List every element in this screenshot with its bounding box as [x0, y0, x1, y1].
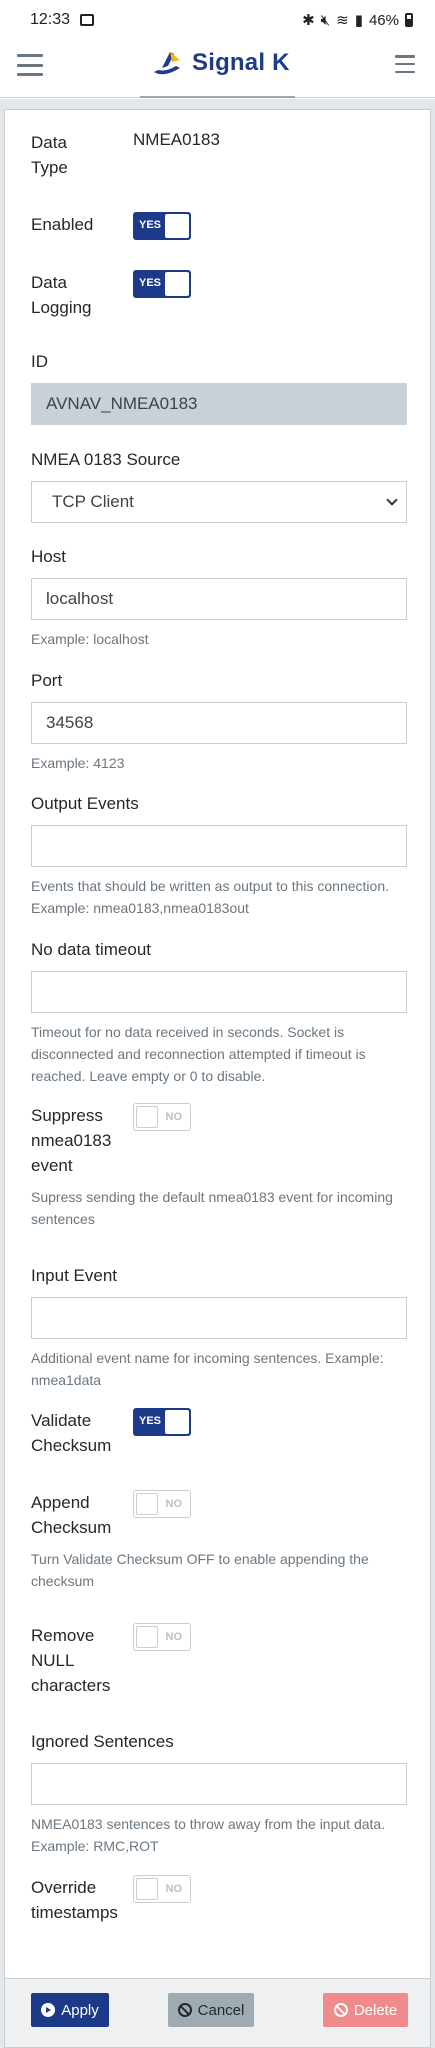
input-event-help: Additional event name for incoming sente…	[31, 1350, 384, 1388]
sidebar-toggle-icon[interactable]	[395, 55, 415, 73]
ignored-sentences-input[interactable]	[31, 1763, 407, 1805]
no-data-timeout-input[interactable]	[31, 971, 407, 1013]
append-checksum-label: Append Checksum	[31, 1493, 112, 1537]
host-help: Example: localhost	[31, 631, 149, 647]
output-events-input[interactable]	[31, 825, 407, 867]
ignored-sentences-label: Ignored Sentences	[31, 1732, 174, 1751]
source-select[interactable]: TCP Client	[31, 481, 407, 523]
gallery-icon	[80, 14, 95, 26]
input-event-input[interactable]	[31, 1297, 407, 1339]
chevron-down-icon	[386, 494, 398, 506]
ban-icon	[333, 2003, 348, 2017]
id-field: AVNAV_NMEA0183	[31, 383, 407, 425]
battery-icon	[405, 13, 413, 27]
output-events-help: Events that should be written as output …	[31, 878, 389, 916]
ban-icon	[177, 2003, 192, 2017]
id-label: ID	[31, 352, 48, 371]
validate-checksum-toggle[interactable]: YES	[133, 1408, 191, 1436]
append-checksum-help: Turn Validate Checksum OFF to enable app…	[31, 1551, 369, 1589]
menu-icon[interactable]	[17, 54, 43, 76]
output-events-label: Output Events	[31, 794, 139, 813]
signal-icon: ▮	[354, 12, 363, 29]
source-label: NMEA 0183 Source	[31, 450, 181, 469]
delete-button[interactable]: Delete	[323, 1993, 408, 2027]
port-label: Port	[31, 671, 63, 690]
suppress-event-toggle[interactable]: NO	[133, 1103, 191, 1131]
brand-logo[interactable]: Signal K	[150, 48, 290, 78]
host-label: Host	[31, 547, 66, 566]
apply-button[interactable]: Apply	[31, 1993, 109, 2027]
port-help: Example: 4123	[31, 755, 125, 771]
no-data-timeout-label: No data timeout	[31, 940, 152, 959]
data-logging-label: Data Logging	[31, 273, 92, 317]
no-data-timeout-help: Timeout for no data received in seconds.…	[31, 1024, 366, 1084]
remove-null-label: Remove NULL characters	[31, 1626, 111, 1695]
signalk-logo-icon	[154, 52, 180, 75]
page-body: Data Type NMEA0183 Enabled YES Data Logg…	[0, 99, 435, 2048]
data-type-value: NMEA0183	[133, 130, 220, 149]
mute-icon: 🔇︎	[320, 11, 331, 29]
ignored-sentences-help: NMEA0183 sentences to throw away from th…	[31, 1816, 386, 1854]
data-type-label: Data Type	[31, 133, 68, 177]
validate-checksum-label: Validate Checksum	[31, 1411, 112, 1455]
data-logging-toggle[interactable]: YES	[133, 270, 191, 298]
port-input[interactable]: 34568	[31, 702, 407, 744]
enabled-toggle[interactable]: YES	[133, 212, 191, 240]
input-event-label: Input Event	[31, 1266, 118, 1285]
host-input[interactable]: localhost	[31, 578, 407, 620]
cancel-button[interactable]: Cancel	[168, 1993, 254, 2027]
play-circle-icon	[41, 2003, 56, 2017]
remove-null-toggle[interactable]: NO	[133, 1623, 191, 1651]
brand-name: Signal K	[192, 49, 290, 76]
suppress-event-label: Suppress nmea0183 event	[31, 1106, 112, 1175]
enabled-label: Enabled	[31, 215, 94, 234]
source-selected-value: TCP Client	[52, 492, 134, 511]
override-timestamps-toggle[interactable]: NO	[133, 1875, 191, 1903]
header-underline	[140, 96, 295, 98]
status-time: 12:33	[30, 11, 71, 28]
bluetooth-icon: ✱	[302, 12, 315, 29]
append-checksum-toggle[interactable]: NO	[133, 1490, 191, 1518]
suppress-event-help: Supress sending the default nmea0183 eve…	[31, 1189, 393, 1227]
app-header: Signal K	[0, 40, 435, 98]
form-footer: Apply Cancel Delete	[4, 1979, 431, 2048]
override-timestamps-label: Override timestamps	[31, 1878, 118, 1922]
battery-level: 46%	[368, 11, 399, 29]
wifi-icon: ≋	[336, 12, 349, 29]
status-bar: 12:33 ✱ 🔇︎ ≋ ▮ 46%	[0, 0, 435, 40]
connection-form-card: Data Type NMEA0183 Enabled YES Data Logg…	[4, 109, 431, 1979]
